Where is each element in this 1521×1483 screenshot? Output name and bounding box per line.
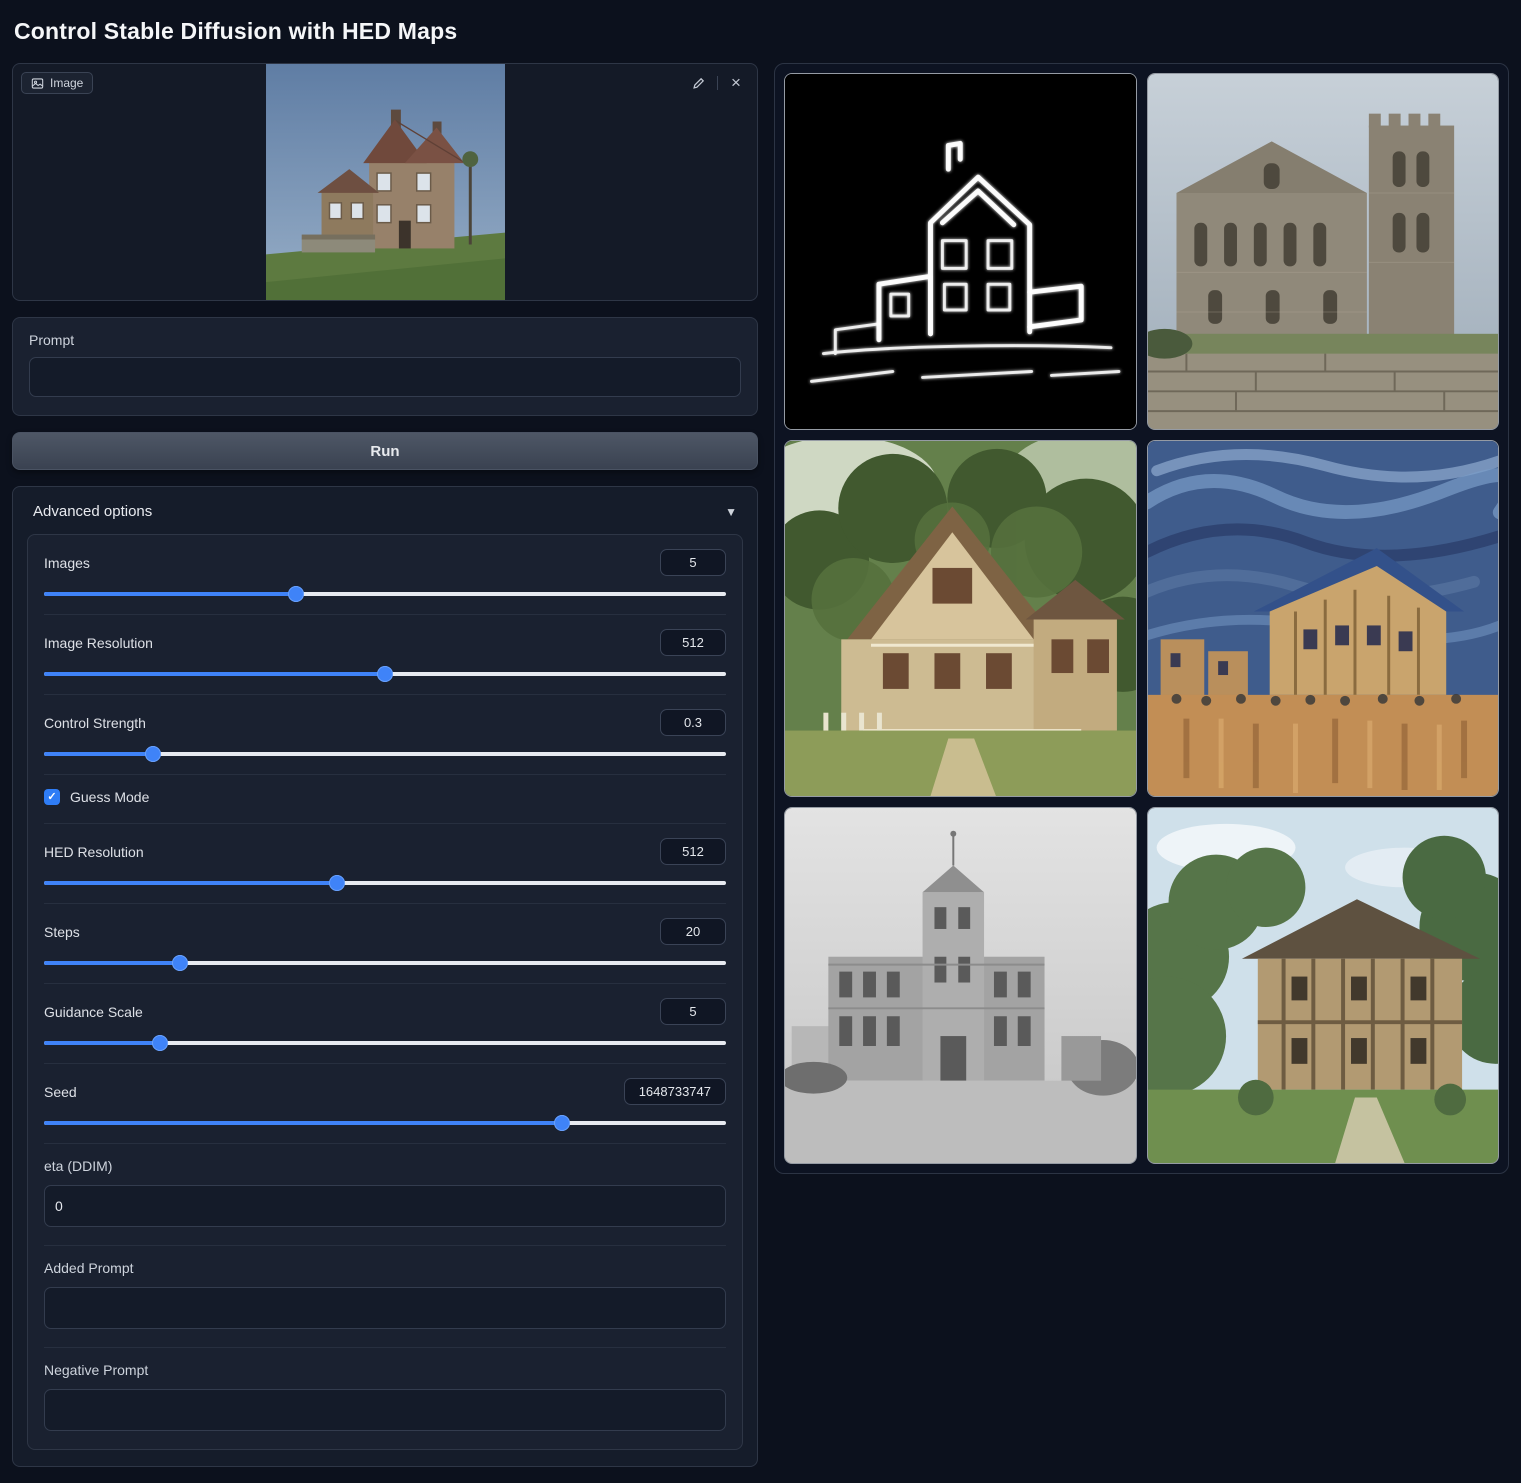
prompt-input[interactable] (29, 357, 741, 397)
slider-thumb[interactable] (172, 955, 188, 971)
slider-fill (44, 752, 153, 756)
hed-resolution-slider-label: HED Resolution (44, 844, 144, 860)
control-strength-slider-row: Control Strength 0.3 (44, 695, 726, 775)
pencil-icon (692, 76, 706, 90)
gallery-item-hed-edge-map[interactable] (784, 73, 1137, 430)
hed-resolution-slider-row: HED Resolution 512 (44, 824, 726, 904)
page-title: Control Stable Diffusion with HED Maps (12, 10, 1509, 63)
seed-slider[interactable] (44, 1121, 726, 1125)
hed-resolution-value-input[interactable]: 512 (660, 838, 726, 865)
stone-cathedral-image (1148, 74, 1499, 429)
gallery-item-victorian-cottage[interactable] (784, 440, 1137, 797)
slider-thumb[interactable] (288, 586, 304, 602)
slider-thumb[interactable] (377, 666, 393, 682)
slider-fill (44, 1121, 562, 1125)
stylized-painting-image (1148, 441, 1499, 796)
images-slider[interactable] (44, 592, 726, 596)
guidance-scale-slider-label: Guidance Scale (44, 1004, 143, 1020)
seed-value-input[interactable]: 1648733747 (624, 1078, 726, 1105)
guidance-scale-slider-row: Guidance Scale 5 (44, 984, 726, 1064)
guess-mode-row: ✓ Guess Mode (44, 775, 726, 824)
slider-fill (44, 592, 296, 596)
gallery-item-grayscale-building[interactable] (784, 807, 1137, 1164)
advanced-options-accordion: Advanced options ▼ Images 5 (12, 486, 758, 1467)
added-prompt-input[interactable] (44, 1287, 726, 1329)
guidance-scale-slider[interactable] (44, 1041, 726, 1045)
eta-row: eta (DDIM) (44, 1144, 726, 1246)
advanced-options-title: Advanced options (33, 503, 152, 520)
image-icon (31, 77, 44, 90)
edit-image-button[interactable] (686, 70, 712, 96)
steps-value-input[interactable]: 20 (660, 918, 726, 945)
input-image-preview (13, 64, 757, 300)
prompt-label: Prompt (29, 332, 741, 348)
negative-prompt-label: Negative Prompt (44, 1362, 726, 1378)
hed-resolution-slider[interactable] (44, 881, 726, 885)
image-input-label-text: Image (50, 76, 83, 90)
steps-slider-row: Steps 20 (44, 904, 726, 984)
image-resolution-value-input[interactable]: 512 (660, 629, 726, 656)
slider-thumb[interactable] (152, 1035, 168, 1051)
negative-prompt-row: Negative Prompt (44, 1348, 726, 1449)
slider-thumb[interactable] (329, 875, 345, 891)
images-value-input[interactable]: 5 (660, 549, 726, 576)
steps-slider[interactable] (44, 961, 726, 965)
guidance-scale-value-input[interactable]: 5 (660, 998, 726, 1025)
advanced-options-header[interactable]: Advanced options ▼ (27, 501, 743, 534)
slider-fill (44, 961, 180, 965)
gallery-item-stone-cathedral[interactable] (1147, 73, 1500, 430)
chevron-down-icon: ▼ (725, 505, 737, 519)
eta-label: eta (DDIM) (44, 1158, 726, 1174)
slider-thumb[interactable] (554, 1115, 570, 1131)
image-resolution-slider-row: Image Resolution 512 (44, 615, 726, 695)
control-strength-value-input[interactable]: 0.3 (660, 709, 726, 736)
advanced-options-body: Images 5 Image Resolution 512 (27, 534, 743, 1450)
image-input-label: Image (21, 72, 93, 94)
slider-thumb[interactable] (145, 746, 161, 762)
images-slider-label: Images (44, 555, 90, 571)
negative-prompt-input[interactable] (44, 1389, 726, 1431)
guess-mode-label: Guess Mode (70, 789, 149, 805)
added-prompt-label: Added Prompt (44, 1260, 726, 1276)
guess-mode-checkbox[interactable]: ✓ Guess Mode (44, 789, 726, 805)
prompt-block: Prompt (12, 317, 758, 416)
run-button[interactable]: Run (12, 432, 758, 470)
right-column (774, 63, 1509, 1174)
seed-slider-label: Seed (44, 1084, 77, 1100)
slider-fill (44, 1041, 160, 1045)
steps-slider-label: Steps (44, 924, 80, 940)
image-input-block: Image × (12, 63, 758, 301)
eta-input[interactable] (44, 1185, 726, 1227)
image-toolbar: × (686, 70, 749, 96)
input-house-photo (265, 64, 506, 300)
victorian-cottage-image (785, 441, 1136, 796)
image-resolution-slider[interactable] (44, 672, 726, 676)
images-slider-row: Images 5 (44, 535, 726, 615)
seed-slider-row: Seed 1648733747 (44, 1064, 726, 1144)
main-layout: Image × (12, 63, 1509, 1467)
toolbar-divider (717, 76, 718, 90)
left-column: Image × (12, 63, 758, 1467)
slider-fill (44, 881, 337, 885)
added-prompt-row: Added Prompt (44, 1246, 726, 1348)
output-gallery (774, 63, 1509, 1174)
grayscale-building-image (785, 808, 1136, 1163)
gallery-item-timber-house[interactable] (1147, 807, 1500, 1164)
timber-house-image (1148, 808, 1499, 1163)
image-resolution-slider-label: Image Resolution (44, 635, 153, 651)
control-strength-slider-label: Control Strength (44, 715, 146, 731)
slider-fill (44, 672, 385, 676)
checkbox-checked-icon: ✓ (44, 789, 60, 805)
gallery-item-stylized-painting[interactable] (1147, 440, 1500, 797)
hed-edge-map-image (785, 74, 1136, 429)
control-strength-slider[interactable] (44, 752, 726, 756)
clear-image-button[interactable]: × (723, 70, 749, 96)
